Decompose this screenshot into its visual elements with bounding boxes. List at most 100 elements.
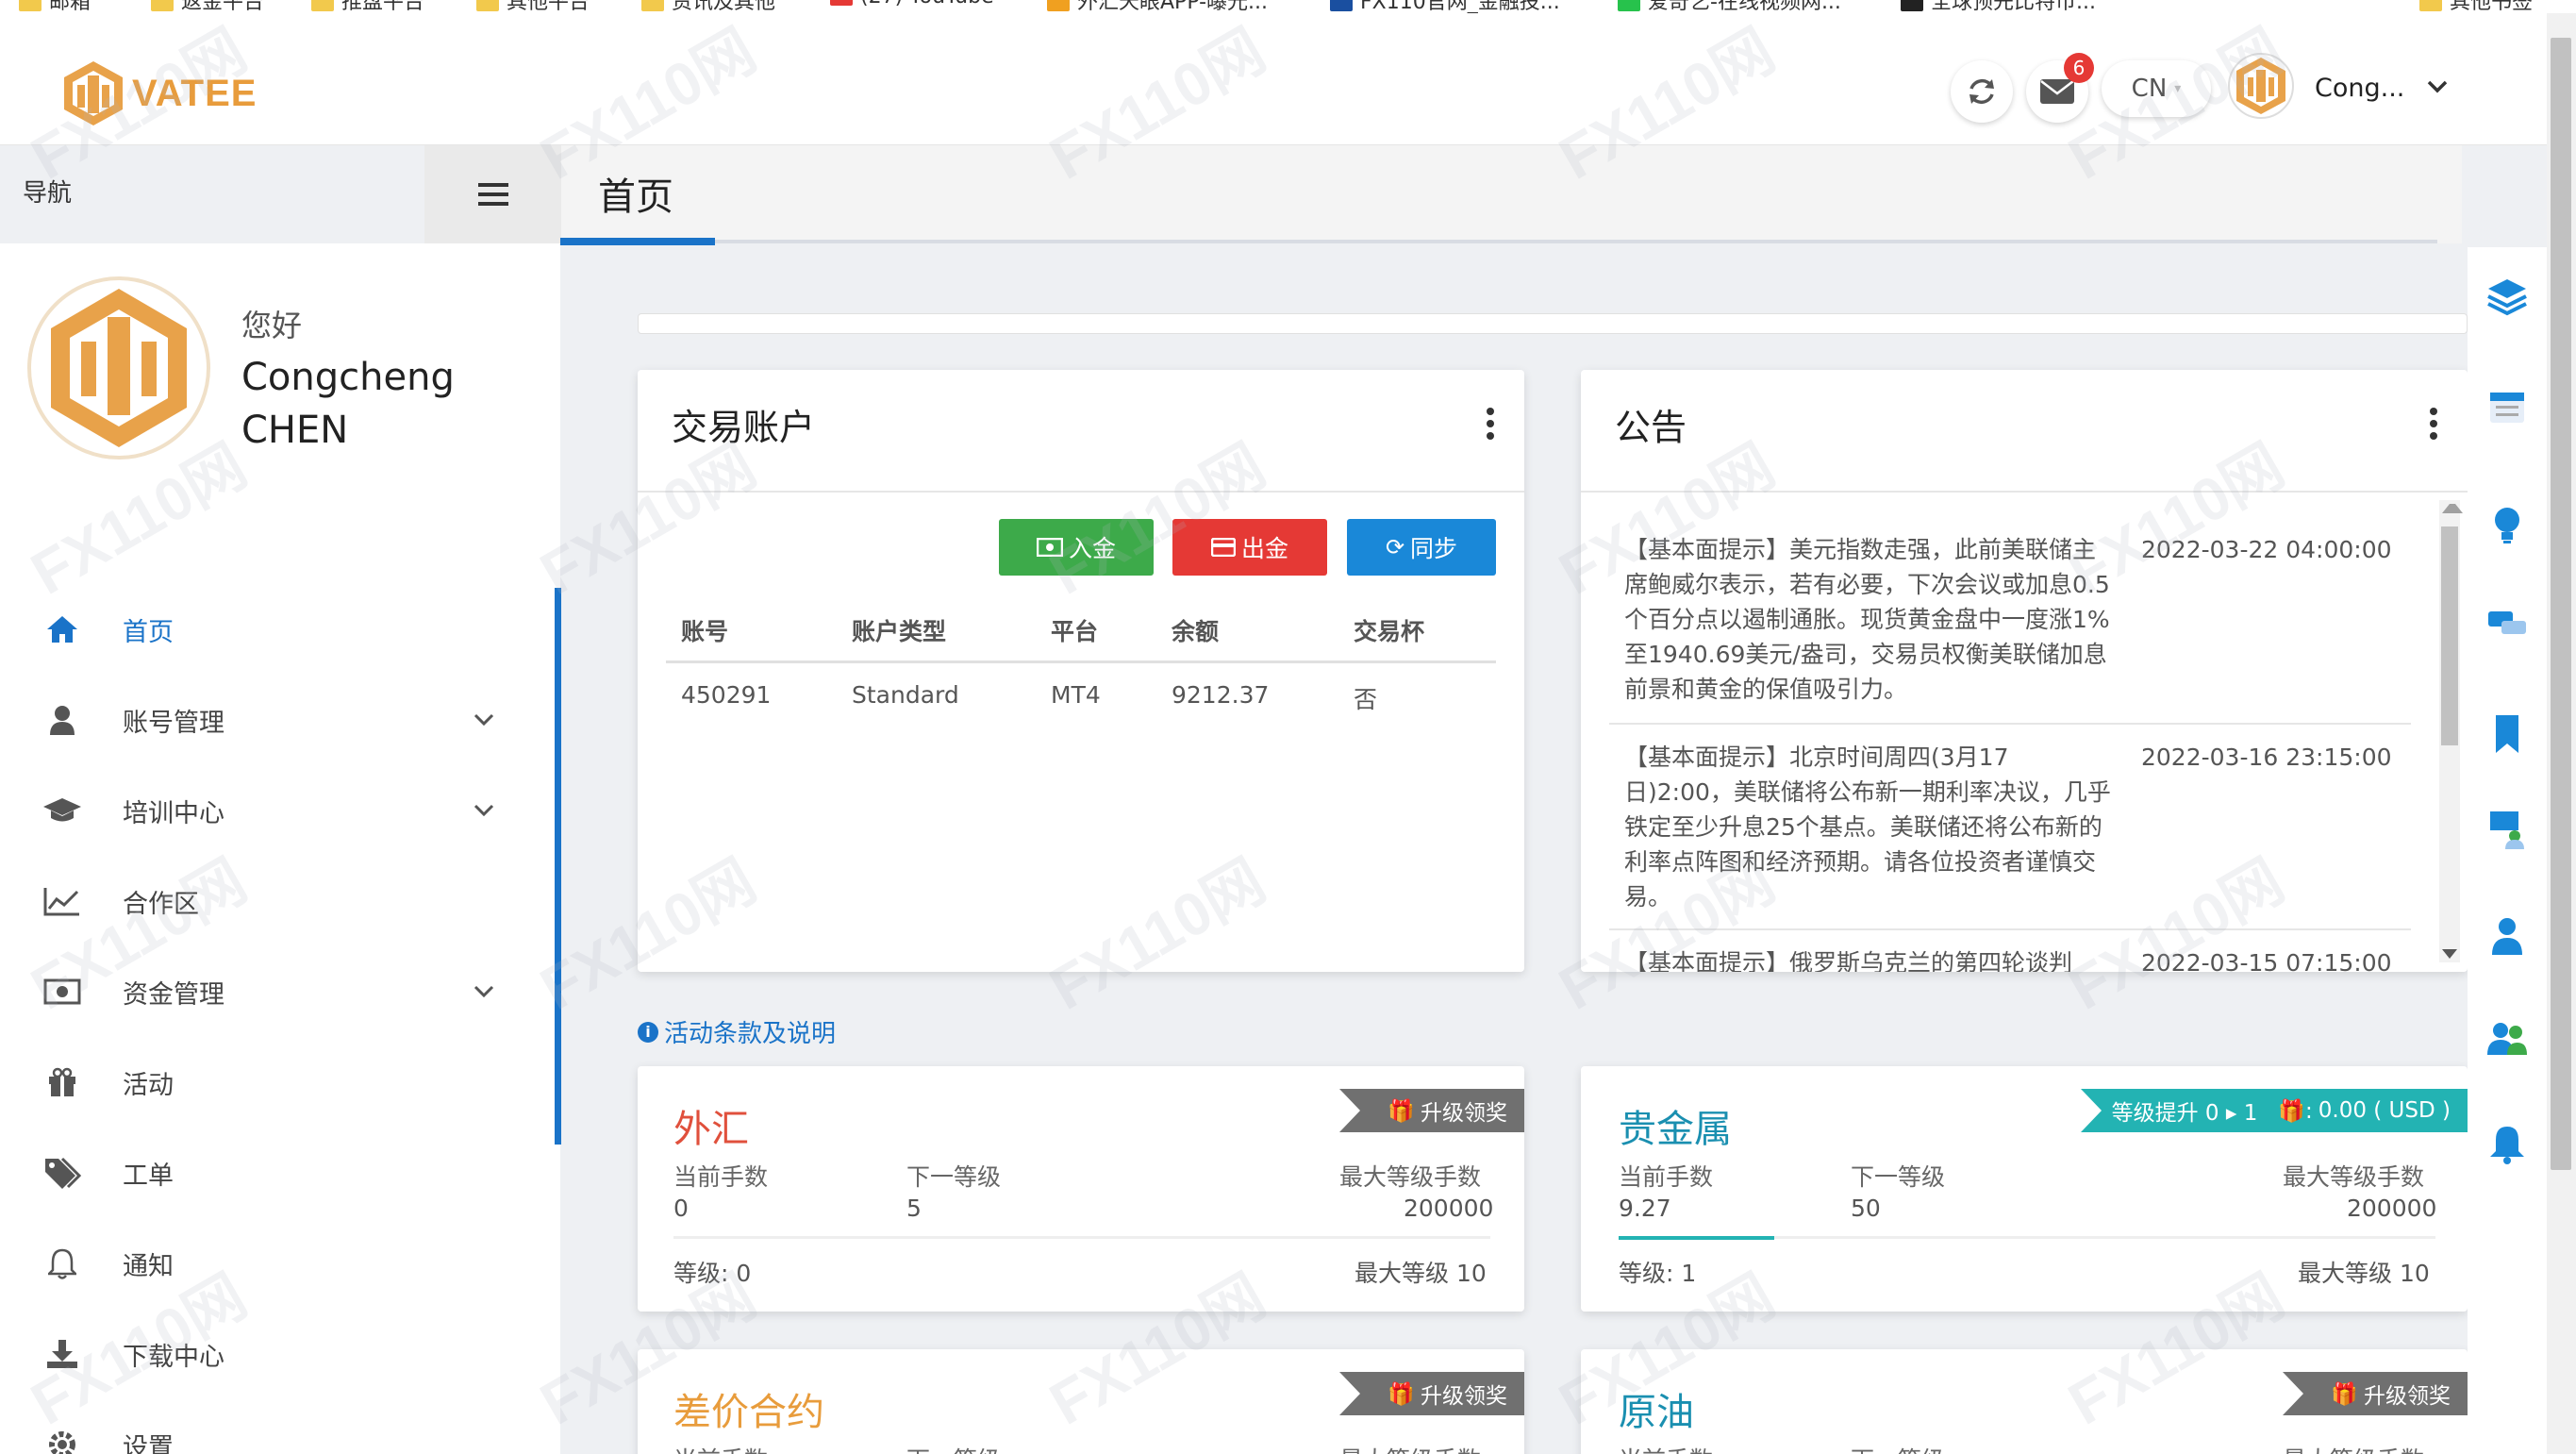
withdraw-button[interactable]: 出金 (1172, 519, 1327, 576)
max-lots-value: 200000 (2347, 1195, 2437, 1222)
logo-icon (64, 61, 123, 125)
language-value: CN (2131, 75, 2168, 103)
sidebar-item-account[interactable]: 账号管理 (0, 675, 528, 765)
bookmark-item[interactable]: 爱奇艺-在线视频网... (1618, 0, 1841, 13)
bookmark-item[interactable]: 推盘平台 (311, 0, 424, 13)
notice-scrollbar[interactable] (2439, 500, 2463, 962)
layers-icon[interactable] (2486, 276, 2528, 317)
divider (1609, 928, 2411, 930)
table-cell: 否 (1354, 686, 1378, 713)
more-vertical-icon[interactable] (2430, 408, 2437, 444)
sync-label: 同步 (1410, 535, 1458, 562)
bookmark-item[interactable]: 其他平台 (476, 0, 590, 13)
avatar[interactable] (2228, 51, 2294, 121)
table-cell: MT4 (1051, 681, 1101, 709)
max-lots-label: 最大等级手数 (1339, 1442, 1481, 1454)
calendar-icon[interactable] (2486, 385, 2528, 426)
chat-icon[interactable] (2486, 604, 2528, 645)
logo-text: VATEE (132, 72, 258, 114)
right-tool-rail (2468, 247, 2547, 1454)
column-header: 余额 (1172, 618, 1220, 645)
notice-text[interactable]: 【基本面提示】北京时间周四(3月17日)2:00，美联储将公布新一期利率决议，几… (1624, 740, 2115, 914)
sidebar-item-label: 资金管理 (123, 979, 224, 1010)
notice-scroll-thumb[interactable] (2441, 526, 2458, 745)
sidebar-item-label: 下载中心 (123, 1342, 224, 1372)
refresh-button[interactable] (1951, 60, 2013, 123)
bookmark-item[interactable]: (27) YouTube (830, 0, 994, 8)
level-progress-track (673, 1236, 1490, 1239)
site-icon (1901, 0, 1923, 11)
upgrade-ribbon[interactable]: 🎁 升级领奖 (1339, 1089, 1524, 1132)
sidebar-item-label: 通知 (123, 1251, 174, 1281)
sidebar-item-notify[interactable]: 通知 (0, 1218, 528, 1309)
gift-icon (42, 1061, 83, 1103)
notice-text[interactable]: 【基本面提示】美元指数走强，此前美联储主席鲍威尔表示，若有必要，下次会议或加息0… (1624, 532, 2115, 707)
page-title[interactable]: 首页 (598, 166, 673, 221)
deposit-button[interactable]: 入金 (999, 519, 1154, 576)
next-level-value: 5 (906, 1195, 922, 1222)
sync-button[interactable]: ⟳ 同步 (1347, 519, 1496, 576)
hamburger-icon (477, 183, 508, 206)
upgrade-ribbon[interactable]: 🎁 升级领奖 (2283, 1372, 2468, 1415)
folder-icon (151, 0, 174, 11)
level-up-ribbon[interactable]: 等级提升 0 ▸ 1 🎁: 0.00 ( USD ) (2081, 1089, 2468, 1132)
upgrade-ribbon[interactable]: 🎁 升级领奖 (1339, 1372, 1524, 1415)
user-icon[interactable] (2486, 915, 2528, 957)
notice-text[interactable]: 【基本面提示】俄罗斯乌克兰的第四轮谈判 (1624, 945, 2115, 972)
language-select[interactable]: CN ▾ (2102, 60, 2211, 117)
more-vertical-icon[interactable] (1487, 408, 1494, 444)
scroll-down-arrow[interactable] (2442, 949, 2457, 959)
bookmark-item[interactable]: 资讯及其他 (641, 0, 775, 13)
bell-icon[interactable] (2486, 1123, 2528, 1164)
sidebar-item-download[interactable]: 下载中心 (0, 1309, 528, 1399)
sidebar-item-label: 合作区 (123, 889, 199, 919)
line-chart-icon (42, 880, 83, 922)
notice-date: 2022-03-16 23:15:00 (2141, 744, 2392, 771)
lightbulb-icon[interactable] (2486, 504, 2528, 545)
divider (1609, 723, 2411, 725)
profile-name: Congcheng CHEN (241, 356, 455, 452)
gift-icon: 🎁 (1388, 1098, 1415, 1124)
users-icon[interactable] (2486, 1017, 2528, 1059)
column-header: 交易杯 (1354, 618, 1425, 645)
chevron-down-icon[interactable] (2426, 79, 2449, 94)
terms-link[interactable]: i 活动条款及说明 (638, 1014, 836, 1049)
page-scroll-thumb[interactable] (2551, 38, 2571, 1170)
mail-badge: 6 (2064, 53, 2094, 83)
bookmark-item[interactable]: 返金平台 (151, 0, 264, 13)
logo[interactable]: VATEE (60, 58, 257, 128)
mail-button[interactable]: 6 (2026, 53, 2094, 123)
sidebar-item-ticket[interactable]: 工单 (0, 1128, 528, 1218)
sidebar-item-funds[interactable]: 资金管理 (0, 946, 528, 1037)
info-icon: i (638, 1021, 658, 1043)
bookmark-bar: 邮箱 返金平台 推盘平台 其他平台 资讯及其他 (27) YouTube 外汇天… (0, 0, 2576, 13)
current-lots-label: 当前手数 (673, 1163, 769, 1191)
chevron-down-icon (474, 804, 494, 817)
notice-list: 【基本面提示】美元指数走强，此前美联储主席鲍威尔表示，若有必要，下次会议或加息0… (1581, 493, 2468, 972)
next-level-label: 下一等级 (906, 1442, 1001, 1454)
scroll-up-arrow[interactable] (2442, 504, 2463, 513)
bookmark-icon[interactable] (2486, 713, 2528, 755)
sidebar-item-activity[interactable]: 活动 (0, 1037, 528, 1128)
bookmark-item[interactable]: 全球预先比特币... (1901, 0, 2096, 13)
current-lots-value: 9.27 (1619, 1195, 1671, 1222)
bookmark-item[interactable]: 邮箱 (19, 0, 91, 13)
sidebar-item-training[interactable]: 培训中心 (0, 765, 528, 856)
sidebar-item-home[interactable]: 首页 (0, 584, 528, 675)
menu-toggle-button[interactable] (424, 145, 561, 243)
sidebar-item-settings[interactable]: 设置 (0, 1399, 528, 1454)
level-progress-bar (1619, 1236, 1774, 1240)
caret-down-icon: ▾ (2174, 81, 2182, 96)
bookmark-item[interactable]: 其他书签 (2419, 0, 2533, 13)
next-level-label: 下一等级 (1851, 1163, 1946, 1191)
sidebar-scrollbar[interactable] (555, 588, 561, 1145)
user-name-short[interactable]: Cong... (2315, 74, 2404, 103)
sidebar-item-label: 培训中心 (123, 798, 224, 828)
sidebar-item-label: 工单 (123, 1161, 174, 1191)
table-cell: Standard (852, 681, 959, 709)
presentation-icon[interactable] (2486, 808, 2528, 849)
bookmark-item[interactable]: FX110官网_金融投... (1330, 0, 1560, 13)
folder-icon (2419, 0, 2442, 11)
bookmark-item[interactable]: 外汇天眼APP-曝光... (1047, 0, 1268, 13)
sidebar-item-partner[interactable]: 合作区 (0, 856, 528, 946)
